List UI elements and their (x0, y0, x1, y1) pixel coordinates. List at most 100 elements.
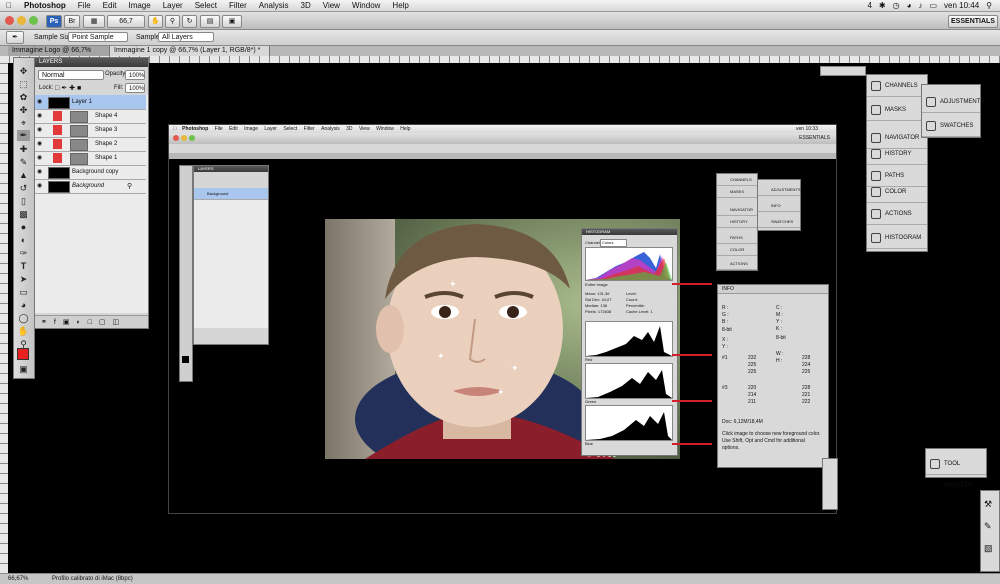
crop-tool-icon[interactable]: ⌖ (17, 118, 30, 129)
opacity-field[interactable]: 100% (125, 70, 145, 80)
dock-channels[interactable]: CHANNELS (867, 75, 927, 97)
ps-logo-icon[interactable]: Ps (46, 15, 62, 28)
time-machine-icon[interactable]: ◷ (893, 1, 900, 10)
close-window-button[interactable] (5, 16, 14, 25)
zoom-tool-icon[interactable]: ⚲ (165, 15, 180, 28)
path-selection-tool-icon[interactable]: ➤ (17, 274, 30, 285)
tab-immagine-1-copy[interactable]: Immagine 1 copy @ 66,7% (Layer 1, RGB/8*… (110, 46, 270, 56)
menu-analysis[interactable]: Analysis (253, 1, 295, 10)
layer-row-shape-2[interactable]: ◉ Shape 2 (35, 137, 146, 152)
visibility-eye-icon[interactable]: ◉ (37, 98, 42, 105)
layer-row-shape-1[interactable]: ◉ Shape 1 (35, 151, 146, 166)
bluetooth-icon[interactable]: ✱ (879, 1, 886, 10)
tab-immagine-logo[interactable]: Immagine Logo @ 66,7% (RGB/8*) (8, 46, 110, 64)
marquee-tool-icon[interactable]: ⬚ (17, 79, 30, 90)
app-badge[interactable]: 4 (867, 1, 871, 10)
view-extras-button[interactable]: ▦ (83, 15, 105, 28)
pen-tool-icon[interactable]: ✑ (17, 248, 30, 259)
3d-rotate-tool-icon[interactable]: ◕ (17, 300, 30, 311)
dodge-tool-icon[interactable]: ◐ (17, 235, 30, 246)
clone-source-mini-icon[interactable]: ▧ (984, 543, 993, 554)
dock-color[interactable]: COLOR (867, 181, 927, 203)
battery-icon[interactable]: ▭ (929, 1, 937, 10)
clock[interactable]: ven 10:44 (944, 1, 979, 10)
new-group-icon[interactable]: □ (88, 319, 99, 326)
layer-row-background[interactable]: ◉ Background ⚲ (35, 179, 146, 194)
eraser-tool-icon[interactable]: ▯ (17, 196, 30, 207)
brush-mini-icon[interactable]: ✎ (984, 521, 992, 532)
dock-actions[interactable]: ACTIONS (867, 203, 927, 225)
blur-tool-icon[interactable]: ● (17, 222, 30, 233)
move-tool-icon[interactable]: ✥ (17, 66, 30, 77)
layer-row-background-copy[interactable]: ◉ Background copy (35, 165, 146, 180)
history-brush-tool-icon[interactable]: ↺ (17, 183, 30, 194)
adjustment-layer-icon[interactable]: ◐ (76, 319, 87, 326)
menu-edit[interactable]: Edit (97, 1, 123, 10)
lasso-tool-icon[interactable]: ✿ (17, 92, 30, 103)
volume-icon[interactable]: ♪ (918, 1, 922, 10)
visibility-eye-icon[interactable]: ◉ (37, 112, 42, 119)
screen-mode-button[interactable]: ▣ (222, 15, 242, 28)
shape-tool-icon[interactable]: ▭ (17, 287, 30, 298)
quick-mask-icon[interactable]: ▣ (17, 364, 30, 375)
dock-swatches[interactable]: SWATCHES (922, 115, 980, 137)
bridge-icon[interactable]: Br (64, 15, 80, 28)
zoom-window-button[interactable] (29, 16, 38, 25)
eyedropper-tool-icon[interactable]: ✒ (17, 130, 30, 141)
tool-presets-mini-icon[interactable]: ⚒ (984, 499, 992, 510)
spotlight-icon[interactable]: ⚲ (986, 1, 992, 10)
brush-tool-icon[interactable]: ✎ (17, 157, 30, 168)
menu-filter[interactable]: Filter (223, 1, 253, 10)
foreground-color-swatch[interactable] (17, 348, 29, 360)
blend-mode-select[interactable]: Normal (38, 70, 104, 80)
clone-stamp-tool-icon[interactable]: ▲ (17, 170, 30, 181)
menu-layer[interactable]: Layer (157, 1, 189, 10)
collapsed-panel-stub[interactable] (820, 66, 866, 76)
layer-row-layer-1[interactable]: ◉ Layer 1 (35, 95, 146, 110)
menu-select[interactable]: Select (189, 1, 223, 10)
layer-row-shape-3[interactable]: ◉ Shape 3 (35, 123, 146, 138)
arrange-documents-button[interactable]: ▤ (200, 15, 220, 28)
visibility-eye-icon[interactable]: ◉ (37, 154, 42, 161)
quick-selection-tool-icon[interactable]: ✤ (17, 105, 30, 116)
3d-orbit-tool-icon[interactable]: ◯ (17, 313, 30, 324)
type-tool-icon[interactable]: T (17, 261, 30, 272)
workspace-switcher[interactable]: ESSENTIALS (948, 15, 998, 28)
sample-select[interactable]: All Layers (158, 32, 214, 42)
menu-file[interactable]: File (72, 1, 97, 10)
sample-size-select[interactable]: Point Sample (68, 32, 128, 42)
wifi-icon[interactable]: ◕ (907, 1, 912, 10)
visibility-eye-icon[interactable]: ◉ (37, 140, 42, 147)
menu-view[interactable]: View (317, 1, 346, 10)
hand-tool-icon[interactable]: ✋ (148, 15, 163, 28)
add-mask-icon[interactable]: ▣ (63, 319, 77, 326)
menu-app-name[interactable]: Photoshop (18, 1, 72, 10)
visibility-eye-icon[interactable]: ◉ (37, 168, 42, 175)
hand-tool-icon[interactable]: ✋ (17, 326, 30, 337)
rotate-view-icon[interactable]: ↻ (182, 15, 197, 28)
menu-help[interactable]: Help (386, 1, 414, 10)
trash-icon[interactable]: ◫ (113, 319, 127, 326)
visibility-eye-icon[interactable]: ◉ (37, 126, 42, 133)
minimize-window-button[interactable] (17, 16, 26, 25)
dock-history[interactable]: HISTORY (867, 143, 927, 165)
link-layers-icon[interactable]: ⚭ (41, 319, 54, 326)
dock-masks[interactable]: MASKS (867, 99, 927, 121)
fx-icon[interactable]: f (54, 319, 63, 326)
visibility-eye-icon[interactable]: ◉ (37, 182, 42, 189)
menu-window[interactable]: Window (346, 1, 386, 10)
zoom-level-select[interactable]: 66,7 (107, 15, 145, 28)
healing-brush-tool-icon[interactable]: ✚ (17, 144, 30, 155)
gradient-tool-icon[interactable]: ▩ (17, 209, 30, 220)
eyedropper-preset-icon[interactable]: ✒ (6, 31, 24, 44)
dock-histogram[interactable]: HISTOGRAM (867, 227, 927, 249)
dock-tool-presets[interactable]: TOOL PRESETS (926, 453, 986, 489)
menu-image[interactable]: Image (122, 1, 156, 10)
apple-icon[interactable]:  (0, 1, 18, 10)
fill-field[interactable]: 100% (125, 83, 145, 93)
new-layer-icon[interactable]: ▢ (99, 319, 113, 326)
dock-adjustments[interactable]: ADJUSTMENTS (922, 91, 984, 113)
lock-icons[interactable]: □✒✚■ (55, 84, 83, 92)
layer-row-shape-4[interactable]: ◉ Shape 4 (35, 109, 146, 124)
menu-3d[interactable]: 3D (295, 1, 317, 10)
